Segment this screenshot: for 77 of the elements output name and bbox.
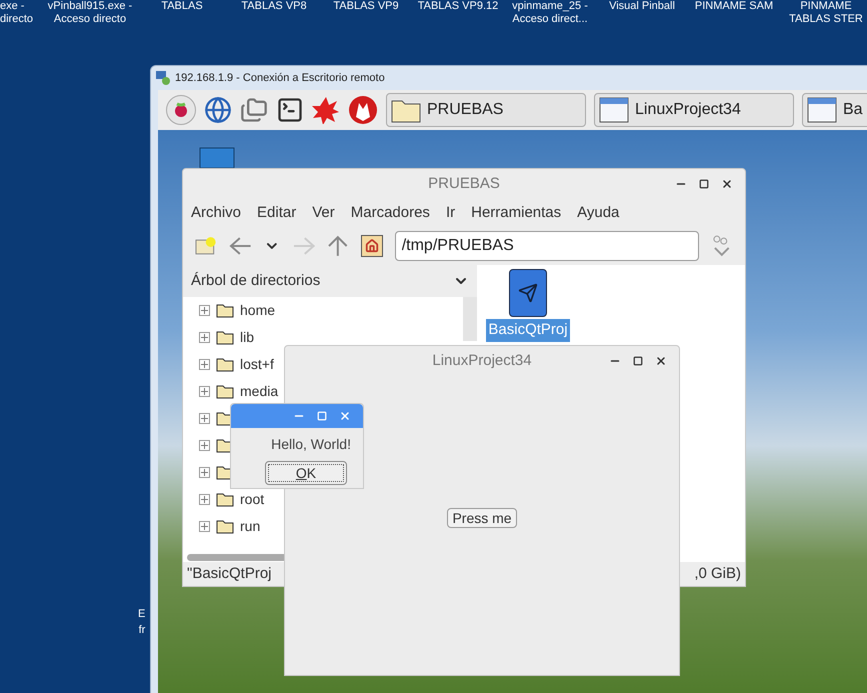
dialog-message: Hello, World! (271, 435, 351, 454)
scrollbar[interactable] (463, 297, 477, 341)
desktop-icon-label[interactable]: TABLAS (161, 0, 203, 13)
tree-item[interactable]: root (240, 489, 264, 510)
new-folder-icon[interactable] (195, 236, 217, 256)
menu-item[interactable]: Archivo (191, 202, 242, 224)
desktop-icon-label[interactable]: PINMAME (800, 0, 852, 13)
ok-button[interactable]: OK (265, 461, 347, 485)
expand-icon[interactable] (199, 359, 210, 370)
expand-icon[interactable] (199, 413, 210, 424)
file-icon[interactable] (509, 269, 547, 317)
menu-item[interactable]: Marcadores (350, 202, 430, 224)
expand-icon[interactable] (199, 494, 210, 505)
expand-icon[interactable] (199, 386, 210, 397)
back-arrow-icon[interactable] (228, 236, 252, 256)
window-title: LinuxProject34 (432, 350, 532, 371)
close-icon[interactable] (655, 355, 667, 367)
menu-item[interactable]: Herramientas (471, 202, 562, 224)
status-text: ,0 GiB) (694, 564, 741, 584)
desktop-icon-label[interactable]: TABLAS VP8 (241, 0, 307, 13)
folders-icon[interactable] (240, 96, 268, 124)
window-icon (807, 97, 837, 123)
scrollbar[interactable] (187, 554, 287, 560)
desktop-icon-label[interactable]: directo (0, 13, 34, 26)
folder-icon (216, 357, 234, 372)
window-icon (599, 97, 629, 123)
desktop-icon-label[interactable]: vPinball915.exe - (48, 0, 132, 13)
window-title: 192.168.1.9 - Conexión a Escritorio remoto (175, 70, 385, 86)
expand-icon[interactable] (199, 521, 210, 532)
globe-icon[interactable] (204, 96, 232, 124)
path-field[interactable]: /tmp/PRUEBAS (394, 231, 700, 261)
taskbar-button[interactable]: LinuxProject34 (594, 93, 794, 127)
desktop-icon-label[interactable]: fr (138, 622, 146, 638)
desktop-icon-label[interactable]: Visual Pinball (609, 0, 675, 13)
expand-icon[interactable] (199, 332, 210, 343)
folder-icon (216, 492, 234, 507)
folder-icon (216, 384, 234, 399)
status-text: "BasicQtProj (187, 564, 272, 584)
fox-head-icon[interactable] (348, 95, 378, 125)
expand-icon[interactable] (199, 440, 210, 451)
press-me-button[interactable]: Press me (447, 508, 517, 528)
expand-icon[interactable] (199, 305, 210, 316)
desktop-icon-label[interactable]: Acceso directo (54, 13, 126, 26)
menu-item[interactable]: Editar (257, 202, 296, 224)
menu-item[interactable]: Ir (446, 202, 456, 224)
desktop-icon-label[interactable]: vpinmame_25 - (512, 0, 588, 13)
tree-item[interactable]: run (240, 516, 260, 537)
taskbar-button[interactable]: Ba (802, 93, 867, 127)
maximize-icon[interactable] (633, 356, 643, 366)
desktop-icon-label[interactable]: PINMAME SAM (694, 0, 774, 13)
folder-icon (216, 519, 234, 534)
side-panel-title[interactable]: Árbol de directorios (191, 270, 320, 292)
window-title: PRUEBAS (428, 174, 500, 194)
desktop-icon-label[interactable]: E (138, 606, 146, 622)
expand-icon[interactable] (199, 467, 210, 478)
desktop-icon-label[interactable]: exe - (0, 0, 24, 13)
tree-item[interactable]: lost+f (240, 354, 274, 375)
terminal-icon[interactable] (276, 96, 304, 124)
menu-item[interactable]: Ver (312, 202, 335, 224)
desktop-icon-label[interactable]: Acceso direct... (512, 13, 588, 26)
remote-desktop-icon (155, 70, 171, 86)
tree-item[interactable]: lib (240, 327, 254, 348)
tree-item[interactable]: media (240, 381, 278, 402)
desktop-icon-label[interactable]: TABLAS VP9 (333, 0, 399, 13)
up-arrow-icon[interactable] (327, 235, 350, 257)
menu-item[interactable]: Ayuda (577, 202, 620, 224)
folder-icon (216, 303, 234, 318)
starburst-icon[interactable] (312, 96, 340, 124)
tree-item[interactable]: home (240, 300, 276, 321)
close-icon[interactable] (721, 178, 733, 190)
raspberry-menu-icon[interactable] (166, 95, 196, 125)
desktop-icon-label[interactable]: TABLAS VP9.12 (418, 0, 498, 13)
taskbar-button[interactable]: PRUEBAS (386, 93, 586, 127)
desktop-icon-label[interactable]: TABLAS STER (789, 13, 863, 26)
maximize-icon[interactable] (699, 179, 709, 189)
home-icon[interactable] (361, 235, 383, 257)
folder-icon (216, 330, 234, 345)
